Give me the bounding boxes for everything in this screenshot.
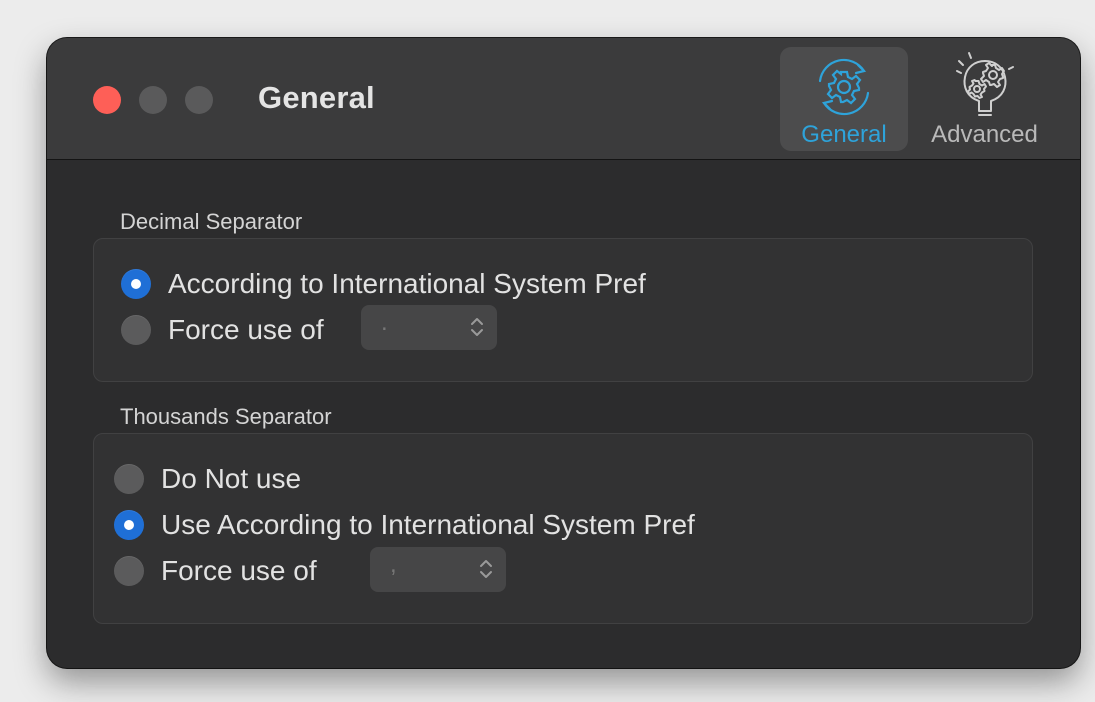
decimal-option-system-pref-label: According to International System Pref: [168, 268, 646, 299]
toolbar-advanced-label: Advanced: [931, 121, 1038, 148]
decimal-separator-popup[interactable]: .: [361, 305, 497, 350]
window-titlebar: General General Advanced: [47, 38, 1080, 160]
lightbulb-gears-icon: [955, 52, 1014, 116]
close-window-button[interactable]: [93, 86, 121, 114]
decimal-separator-group: According to International System Pref F…: [93, 238, 1033, 382]
decimal-option-force-label: Force use of: [168, 314, 324, 345]
thousands-separator-group: Do Not use Use According to Internationa…: [93, 433, 1033, 624]
thousands-option-do-not-use-label: Do Not use: [161, 463, 302, 494]
radio-button-checked[interactable]: [121, 269, 151, 299]
thousands-option-system-pref-label: Use According to International System Pr…: [161, 509, 695, 540]
toolbar-advanced-tab[interactable]: Advanced: [917, 47, 1052, 151]
toolbar-general-tab[interactable]: General: [780, 47, 908, 151]
desktop-background: General General Advanced Decimal Separat…: [0, 0, 1095, 702]
thousands-option-force-label: Force use of: [161, 555, 317, 586]
radio-button-checked[interactable]: [114, 510, 144, 540]
radio-button-unchecked[interactable]: [114, 464, 144, 494]
zoom-window-button[interactable]: [185, 86, 213, 114]
thousands-separator-heading: Thousands Separator: [120, 404, 332, 429]
thousands-separator-popup[interactable]: ,: [370, 547, 506, 592]
gear-cycle-icon: [818, 58, 870, 116]
radio-button-unchecked[interactable]: [121, 315, 151, 345]
window-title: General: [258, 80, 375, 115]
preferences-window: General General Advanced Decimal Separat…: [47, 38, 1080, 668]
radio-button-unchecked[interactable]: [114, 556, 144, 586]
up-down-chevron-icon: [471, 318, 483, 336]
toolbar-general-label: General: [801, 121, 887, 148]
decimal-popup-value: .: [381, 309, 388, 336]
up-down-chevron-icon: [480, 560, 492, 578]
decimal-separator-heading: Decimal Separator: [120, 209, 303, 234]
thousands-popup-value: ,: [390, 551, 397, 578]
minimize-window-button[interactable]: [139, 86, 167, 114]
